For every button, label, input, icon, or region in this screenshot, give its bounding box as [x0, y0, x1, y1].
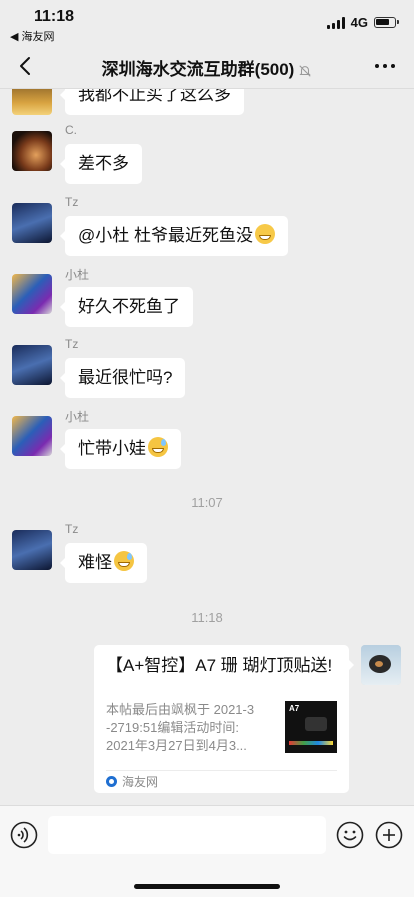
sender-nickname: 小杜: [65, 268, 90, 282]
sweat-smile-emoji-icon: [148, 437, 168, 457]
my-avatar[interactable]: [361, 645, 401, 685]
shared-link-card[interactable]: 【A+智控】A7 珊 瑚灯顶贴送! 本帖最后由飒枫于 2021-3 -2719:…: [94, 645, 354, 793]
sender-nickname: Tz: [65, 337, 79, 351]
status-bar: 11:18 ◀ 海友网 4G: [0, 0, 414, 44]
thumbnail-label: A7: [289, 704, 300, 713]
avatar[interactable]: [12, 203, 52, 243]
message-input-bar: [0, 805, 414, 897]
status-time: 11:18: [34, 8, 75, 25]
link-card-description: 本帖最后由飒枫于 2021-3 -2719:51编辑活动时间: 2021年3月2…: [106, 702, 255, 753]
avatar[interactable]: [12, 274, 52, 314]
avatar[interactable]: [12, 89, 52, 115]
message-input[interactable]: [48, 816, 326, 854]
back-to-app-link[interactable]: ◀ 海友网: [10, 28, 55, 44]
avatar[interactable]: [12, 530, 52, 570]
plus-icon[interactable]: [375, 821, 403, 849]
source-app-name: 海友网: [122, 775, 159, 789]
battery-icon: [374, 17, 399, 28]
message-bubble[interactable]: 差不多: [60, 144, 142, 184]
grin-emoji-icon: [254, 224, 275, 244]
more-options-button[interactable]: [374, 56, 396, 76]
message-bubble[interactable]: @小杜 杜爷最近死鱼没: [60, 216, 288, 256]
card-divider: [106, 770, 337, 771]
home-indicator[interactable]: [134, 884, 280, 889]
network-type: 4G: [350, 15, 368, 30]
mute-bell-icon: [299, 64, 311, 77]
timestamp: 11:18: [191, 610, 223, 625]
message-bubble[interactable]: 好久不死鱼了: [60, 287, 193, 327]
message-bubble[interactable]: 忙带小娃: [60, 429, 181, 469]
sweat-smile-emoji-icon: [114, 551, 134, 571]
message-bubble[interactable]: 我都不止买了这么多: [60, 89, 244, 115]
source-app-icon: [106, 776, 117, 787]
emoji-icon[interactable]: [336, 821, 364, 849]
sender-nickname: 小杜: [65, 410, 90, 424]
chat-title-text: 深圳海水交流互助群(500): [101, 60, 295, 79]
status-indicators: 4G: [326, 15, 399, 30]
chat-header: 深圳海水交流互助群(500): [0, 44, 414, 89]
signal-icon: [326, 16, 345, 29]
sender-nickname: C.: [65, 123, 77, 137]
avatar[interactable]: [12, 131, 52, 171]
link-card-source: 海友网: [106, 773, 158, 790]
sender-nickname: Tz: [65, 195, 79, 209]
link-card-title: 【A+智控】A7 珊 瑚灯顶贴送!: [106, 656, 333, 675]
timestamp: 11:07: [191, 495, 223, 510]
avatar[interactable]: [12, 345, 52, 385]
avatar[interactable]: [12, 416, 52, 456]
message-bubble[interactable]: 最近很忙吗?: [59, 358, 186, 398]
sender-nickname: Tz: [65, 522, 79, 536]
message-list[interactable]: 我都不止买了这么多 C. 差不多 Tz @小杜 杜爷最近死鱼没 小杜 好久不死鱼…: [0, 89, 414, 805]
link-card-thumbnail: A7: [285, 701, 337, 753]
message-bubble[interactable]: 难怪: [60, 543, 147, 583]
voice-input-icon[interactable]: [10, 821, 38, 849]
chat-title: 深圳海水交流互助群(500): [0, 55, 414, 80]
